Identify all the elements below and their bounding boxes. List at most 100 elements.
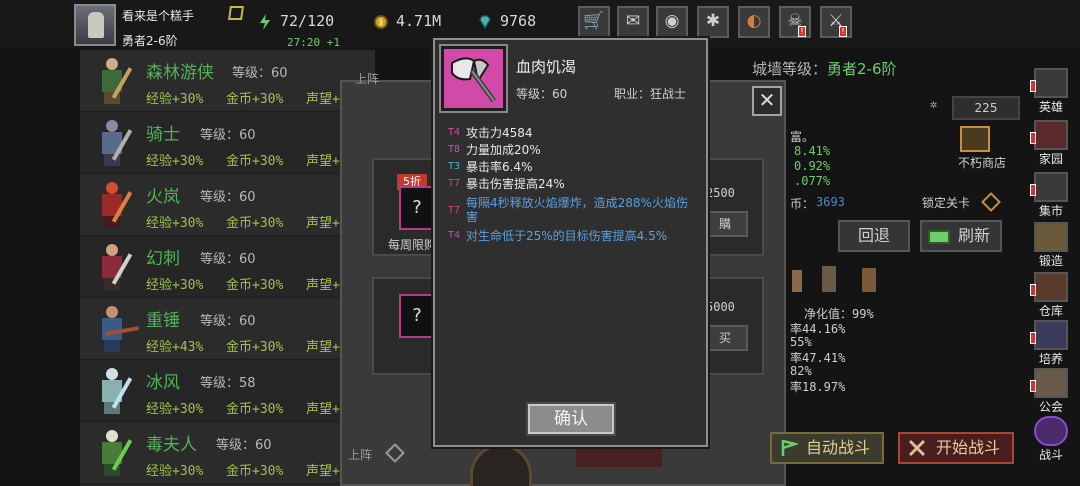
mystery-item-icon[interactable]: ? bbox=[399, 294, 435, 338]
tier-badge: T7 bbox=[448, 205, 461, 216]
item-attribute: T7 暴击伤害提高24% bbox=[448, 177, 700, 191]
settings-button[interactable]: ✱ bbox=[697, 6, 729, 38]
buy-button[interactable]: 买 bbox=[702, 325, 748, 351]
close-icon[interactable]: ✕ bbox=[752, 86, 782, 116]
flag-icon bbox=[781, 439, 798, 456]
hero-sprite-fire-mage bbox=[92, 180, 133, 230]
merchant-icon[interactable] bbox=[960, 126, 990, 152]
sidebar-label: 家园 bbox=[1038, 152, 1063, 166]
color-wheel-button[interactable]: ◐ bbox=[738, 6, 770, 38]
start-battle-button[interactable]: 开始战斗 bbox=[898, 432, 1014, 464]
sidebar-item-home[interactable]: 家园 bbox=[1026, 118, 1076, 168]
counter-box: 225 bbox=[952, 96, 1020, 120]
gamepad-icon: ◉ bbox=[664, 11, 680, 31]
gamepad-button[interactable]: ◉ bbox=[656, 6, 688, 38]
stat-percent: .077% bbox=[794, 174, 831, 188]
confirm-button[interactable]: 确认 bbox=[528, 404, 614, 434]
weekly-limit-label: 每周限购 bbox=[388, 238, 434, 252]
hero-exp-bonus: 经验+30% bbox=[146, 154, 204, 169]
axe-icon bbox=[451, 57, 497, 103]
energy-value: 72/120 bbox=[280, 12, 335, 30]
gear-icon: ✱ bbox=[705, 11, 721, 31]
hero-row[interactable]: 骑士 等级：60 经验+30% 金币+30% 声望+ bbox=[80, 112, 375, 174]
hero-exp-bonus: 经验+30% bbox=[146, 402, 204, 417]
tier-badge: T4 bbox=[448, 230, 461, 241]
formation-top-label: 上阵 bbox=[355, 72, 380, 86]
refresh-button[interactable]: 刷新 bbox=[920, 220, 1002, 252]
edit-icon[interactable] bbox=[228, 6, 244, 20]
rate-stat: 82% bbox=[790, 364, 812, 378]
alert-icon: ! bbox=[798, 26, 806, 37]
boss-button[interactable]: ☠! bbox=[779, 6, 811, 38]
player-rank: 勇者2-6阶 bbox=[122, 34, 178, 48]
sidebar-item-train[interactable]: 培养 bbox=[1026, 318, 1076, 368]
hero-gold-bonus: 金币+30% bbox=[226, 464, 284, 479]
sidebar-item-forge[interactable]: 锻造 bbox=[1026, 220, 1076, 270]
hero-exp-bonus: 经验+43% bbox=[146, 340, 204, 355]
hero-name: 重锤 bbox=[146, 311, 180, 331]
hero-level: 等级：60 bbox=[200, 190, 256, 205]
refresh-label: 刷新 bbox=[958, 226, 991, 245]
gold-coin-icon bbox=[374, 15, 388, 29]
hero-name: 火岚 bbox=[146, 187, 180, 207]
player-avatar[interactable] bbox=[74, 4, 116, 46]
mail-button[interactable]: ✉ bbox=[617, 6, 649, 38]
sidebar-item-storage[interactable]: 仓库 bbox=[1026, 270, 1076, 320]
hero-sprite-ranger bbox=[92, 56, 133, 106]
hero-name: 毒夫人 bbox=[146, 435, 197, 455]
color-wheel-icon: ◐ bbox=[746, 11, 762, 31]
hero-row[interactable]: 重锤 等级：60 经验+43% 金币+30% 声望+ bbox=[80, 298, 375, 360]
sidebar-item-battle[interactable]: 战斗 bbox=[1026, 414, 1076, 464]
wall-level: 城墙等级：勇者2-6阶 bbox=[752, 58, 897, 79]
chest-icon bbox=[1034, 272, 1068, 302]
alert-icon bbox=[1030, 184, 1036, 196]
hero-exp-bonus: 经验+30% bbox=[146, 278, 204, 293]
anvil-icon bbox=[1034, 222, 1068, 252]
sidebar-label: 仓库 bbox=[1038, 304, 1063, 318]
hero-sprite-knight bbox=[92, 118, 133, 168]
attribute-text: 力量加成20% bbox=[466, 143, 541, 157]
stat-percent: 0.92% bbox=[794, 159, 831, 173]
hero-row[interactable]: 毒夫人 等级：60 经验+30% 金币+30% 声望+55% bbox=[80, 422, 375, 484]
hero-level: 等级：60 bbox=[200, 128, 256, 143]
hero-row[interactable]: 森林游侠 等级：60 经验+30% 金币+30% 声望+ bbox=[80, 50, 375, 112]
item-name: 血肉饥渴 bbox=[516, 58, 577, 76]
gold-amount: 3693 bbox=[816, 195, 845, 209]
auto-battle-button[interactable]: 自动战斗 bbox=[770, 432, 884, 464]
sidebar-item-market[interactable]: 集市 bbox=[1026, 170, 1076, 220]
item-attribute: T3 暴击率6.4% bbox=[448, 160, 700, 174]
sidebar-item-guild[interactable]: 公会 bbox=[1026, 366, 1076, 416]
retreat-button[interactable]: 回退 bbox=[838, 220, 910, 252]
lock-stage-label: 锁定关卡 bbox=[922, 196, 971, 210]
energy-timer: 27:20 +1 bbox=[287, 36, 340, 49]
hero-row[interactable]: 冰风 等级：58 经验+30% 金币+30% 声望+ bbox=[80, 360, 375, 422]
hero-sprite-assassin bbox=[92, 242, 133, 292]
buy-button[interactable]: 購 bbox=[702, 211, 748, 237]
crossed-swords-icon bbox=[908, 439, 926, 457]
sidebar-label: 培养 bbox=[1038, 352, 1063, 366]
hero-level: 等级：60 bbox=[200, 314, 256, 329]
hero-name: 冰风 bbox=[146, 373, 180, 393]
hero-sprite-poison-lady bbox=[92, 428, 133, 478]
sidebar-label: 锻造 bbox=[1038, 254, 1063, 268]
merchant-label: 不朽商店 bbox=[958, 156, 1007, 170]
shop-cart-button[interactable]: 🛒 bbox=[578, 6, 610, 38]
item-attribute: T8 力量加成20% bbox=[448, 143, 700, 157]
mystery-item-icon[interactable]: ? bbox=[399, 186, 435, 230]
hero-gold-bonus: 金币+30% bbox=[226, 216, 284, 231]
weapon-button[interactable]: ⚔! bbox=[820, 6, 852, 38]
hero-row[interactable]: 火岚 等级：60 经验+30% 金币+30% 声望+ bbox=[80, 174, 375, 236]
item-class: 职业：狂战士 bbox=[614, 87, 687, 101]
monster-sprites bbox=[792, 262, 892, 296]
hero-level: 等级：60 bbox=[216, 438, 272, 453]
hero-level: 等级：60 bbox=[200, 252, 256, 267]
tier-badge: T8 bbox=[448, 144, 461, 155]
lock-toggle-icon[interactable] bbox=[981, 192, 1001, 212]
sidebar-item-hero[interactable]: 英雄 bbox=[1026, 66, 1076, 116]
formation-label: 上阵 bbox=[348, 448, 373, 462]
item-attribute: T4 对生命低于25%的目标伤害提高4.5% bbox=[448, 229, 700, 243]
start-battle-label: 开始战斗 bbox=[936, 438, 1001, 457]
portal-icon bbox=[1034, 416, 1068, 446]
item-attribute: T4 攻击力4584 bbox=[448, 126, 700, 140]
hero-row[interactable]: 幻刺 等级：60 经验+30% 金币+30% 声望+ bbox=[80, 236, 375, 298]
